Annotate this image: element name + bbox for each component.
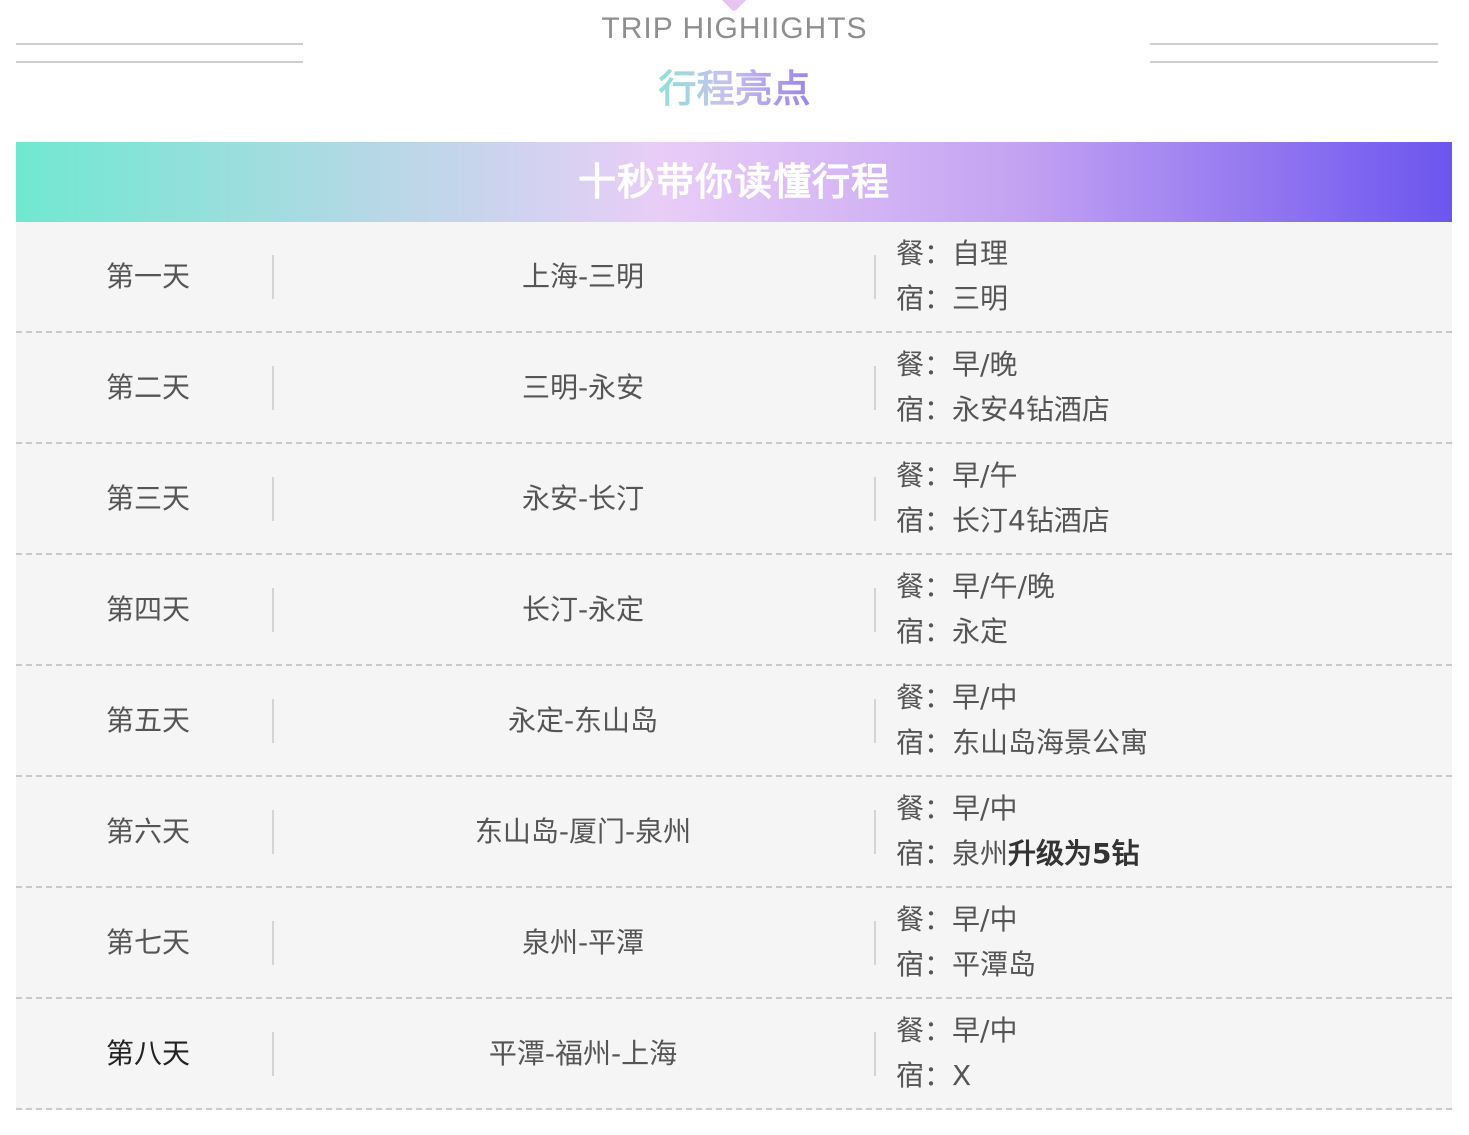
stay-highlight: 升级为5钻: [1008, 837, 1140, 870]
meal-stay-info: 餐：早/午 宿：长汀4钻酒店: [896, 453, 1436, 543]
column-divider: [874, 810, 876, 854]
stay-value: 三明: [952, 282, 1009, 315]
stay-line: 宿：永定: [896, 609, 1436, 654]
decorative-divider: [1150, 61, 1438, 63]
stay-label: 宿：: [896, 948, 953, 981]
itinerary-banner: 十秒带你读懂行程: [16, 142, 1452, 222]
itinerary-row: 第五天 永定-东山岛 餐：早/中 宿：东山岛海景公寓: [16, 666, 1452, 777]
meal-value: 自理: [952, 237, 1009, 270]
heart-decoration-icon: [719, 0, 749, 13]
column-divider: [874, 699, 876, 743]
meal-label: 餐：: [896, 348, 953, 381]
page-header: TRIP HIGHIIGHTS 行程亮点: [0, 0, 1469, 142]
route-label: 永定-东山岛: [507, 704, 659, 737]
day-label: 第六天: [105, 815, 190, 848]
decorative-divider: [16, 61, 303, 63]
itinerary-row: 第八天 平潭-福州-上海 餐：早/中 宿：X: [16, 999, 1452, 1110]
meal-stay-info: 餐：早/午/晚 宿：永定: [896, 564, 1436, 654]
meal-label: 餐：: [896, 237, 953, 270]
stay-line: 宿：永安4钻酒店: [896, 387, 1436, 432]
meal-stay-info: 餐：早/中 宿：泉州升级为5钻: [896, 786, 1436, 876]
meal-stay-info: 餐：早/中 宿：X: [896, 1008, 1436, 1098]
stay-line: 宿：三明: [896, 276, 1436, 321]
column-divider: [874, 1032, 876, 1076]
meal-line: 餐：早/晚: [896, 342, 1436, 387]
meal-label: 餐：: [896, 1014, 953, 1047]
meal-value: 早/晚: [952, 348, 1018, 381]
stay-label: 宿：: [896, 393, 953, 426]
column-divider: [874, 255, 876, 299]
meal-label: 餐：: [896, 792, 953, 825]
meal-value: 早/中: [952, 681, 1018, 714]
meal-value: 早/午/晚: [952, 570, 1055, 603]
meal-line: 餐：早/中: [896, 786, 1436, 831]
meal-line: 餐：早/午: [896, 453, 1436, 498]
column-divider: [874, 477, 876, 521]
column-divider: [874, 588, 876, 632]
chinese-section-title-text: 行程亮点: [658, 67, 811, 111]
itinerary-table: 第一天 上海-三明 餐：自理 宿：三明 第二天 三明-永安 餐：早/晚 宿：永安…: [16, 222, 1452, 1110]
meal-label: 餐：: [896, 570, 953, 603]
meal-stay-info: 餐：早/中 宿：平潭岛: [896, 897, 1436, 987]
meal-line: 餐：早/午/晚: [896, 564, 1436, 609]
day-label: 第八天: [105, 1037, 190, 1070]
meal-value: 早/中: [952, 1014, 1018, 1047]
itinerary-row: 第二天 三明-永安 餐：早/晚 宿：永安4钻酒店: [16, 333, 1452, 444]
itinerary-row: 第三天 永安-长汀 餐：早/午 宿：长汀4钻酒店: [16, 444, 1452, 555]
meal-value: 早/午: [952, 459, 1018, 492]
route-label: 东山岛-厦门-泉州: [474, 815, 692, 848]
itinerary-row: 第七天 泉州-平潭 餐：早/中 宿：平潭岛: [16, 888, 1452, 999]
stay-line: 宿：X: [896, 1053, 1436, 1098]
chinese-section-title: 行程亮点: [0, 64, 1469, 114]
meal-line: 餐：早/中: [896, 675, 1436, 720]
route-label: 永安-长汀: [521, 482, 645, 515]
itinerary-row: 第四天 长汀-永定 餐：早/午/晚 宿：永定: [16, 555, 1452, 666]
stay-value: 东山岛海景公寓: [952, 726, 1149, 759]
stay-value: 平潭岛: [952, 948, 1037, 981]
stay-label: 宿：: [896, 282, 953, 315]
stay-label: 宿：: [896, 615, 953, 648]
meal-label: 餐：: [896, 903, 953, 936]
banner-title: 十秒带你读懂行程: [577, 160, 890, 204]
meal-stay-info: 餐：早/晚 宿：永安4钻酒店: [896, 342, 1436, 432]
day-label: 第一天: [105, 260, 190, 293]
meal-label: 餐：: [896, 681, 953, 714]
meal-stay-info: 餐：早/中 宿：东山岛海景公寓: [896, 675, 1436, 765]
stay-value: X: [952, 1059, 972, 1092]
stay-label: 宿：: [896, 726, 953, 759]
day-label: 第四天: [105, 593, 190, 626]
stay-value: 永安4钻酒店: [952, 393, 1110, 426]
meal-line: 餐：早/中: [896, 897, 1436, 942]
route-label: 三明-永安: [521, 371, 645, 404]
column-divider: [874, 921, 876, 965]
stay-label: 宿：: [896, 837, 953, 870]
meal-label: 餐：: [896, 459, 953, 492]
itinerary-row: 第六天 东山岛-厦门-泉州 餐：早/中 宿：泉州升级为5钻: [16, 777, 1452, 888]
day-label: 第七天: [105, 926, 190, 959]
column-divider: [874, 366, 876, 410]
day-label: 第三天: [105, 482, 190, 515]
day-label: 第二天: [105, 371, 190, 404]
route-label: 平潭-福州-上海: [488, 1037, 678, 1070]
meal-value: 早/中: [952, 903, 1018, 936]
stay-value: 长汀4钻酒店: [952, 504, 1110, 537]
stay-line: 宿：东山岛海景公寓: [896, 720, 1436, 765]
stay-value: 泉州: [952, 837, 1009, 870]
route-label: 泉州-平潭: [521, 926, 645, 959]
english-section-title: TRIP HIGHIIGHTS: [601, 12, 868, 45]
stay-line: 宿：长汀4钻酒店: [896, 498, 1436, 543]
itinerary-row: 第一天 上海-三明 餐：自理 宿：三明: [16, 222, 1452, 333]
stay-label: 宿：: [896, 504, 953, 537]
route-label: 上海-三明: [521, 260, 645, 293]
meal-line: 餐：早/中: [896, 1008, 1436, 1053]
stay-label: 宿：: [896, 1059, 953, 1092]
stay-line: 宿：泉州升级为5钻: [896, 831, 1436, 876]
meal-stay-info: 餐：自理 宿：三明: [896, 231, 1436, 321]
meal-value: 早/中: [952, 792, 1018, 825]
meal-line: 餐：自理: [896, 231, 1436, 276]
stay-value: 永定: [952, 615, 1009, 648]
route-label: 长汀-永定: [521, 593, 645, 626]
day-label: 第五天: [105, 704, 190, 737]
stay-line: 宿：平潭岛: [896, 942, 1436, 987]
